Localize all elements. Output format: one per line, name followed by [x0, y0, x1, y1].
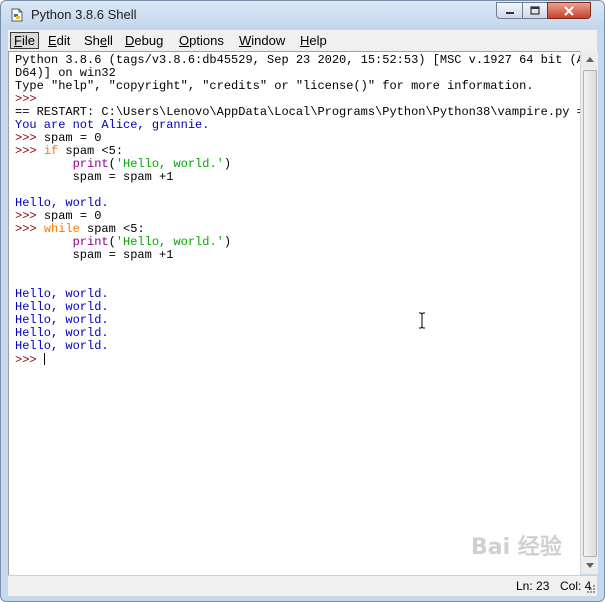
input-code: spam = 0: [43, 131, 102, 145]
title-bar[interactable]: Python 3.8.6 Shell: [1, 1, 604, 29]
builtin-print: print: [72, 157, 109, 171]
close-button[interactable]: [547, 2, 591, 19]
menu-file-accel: F: [14, 33, 22, 48]
idle-shell-window: Python 3.8.6 Shell File Edit Shell Debug…: [0, 0, 605, 602]
arrow-up-icon: [585, 57, 594, 62]
builtin-print: print: [72, 235, 109, 249]
menu-options-rest: ptions: [189, 33, 224, 48]
menu-bar: File Edit Shell Debug Options Window Hel…: [8, 30, 597, 51]
menu-options-accel: O: [179, 33, 190, 48]
prompt: >>>: [15, 131, 44, 145]
prompt: >>>: [15, 209, 44, 223]
input-code: spam = spam +1: [72, 170, 174, 184]
shell-text-area[interactable]: Python 3.8.6 (tags/v3.8.6:db45529, Sep 2…: [8, 51, 591, 575]
paren: (: [108, 235, 116, 249]
scrollbar-thumb[interactable]: [583, 70, 597, 557]
menu-debug[interactable]: Debug: [122, 32, 166, 49]
prompt: >>>: [15, 222, 44, 236]
watermark: Bai 经验: [471, 535, 562, 560]
menu-options[interactable]: Options: [176, 32, 227, 49]
menu-window-accel: W: [239, 33, 252, 48]
prompt: >>>: [15, 144, 44, 158]
input-code: spam = spam +1: [72, 248, 174, 262]
minimize-button[interactable]: [496, 2, 522, 19]
maximize-icon: [530, 6, 540, 15]
input-code: spam <5:: [58, 144, 124, 158]
menu-help[interactable]: Help: [297, 32, 330, 49]
ibeam-cursor-icon: [419, 312, 425, 329]
paren: ): [223, 235, 232, 249]
input-code: spam <5:: [79, 222, 145, 236]
close-icon: [564, 5, 574, 16]
string-literal: 'Hello, world.': [115, 157, 224, 171]
menu-edit-accel: E: [48, 33, 57, 48]
keyword-while: while: [43, 222, 80, 236]
paren: ): [223, 157, 232, 171]
scroll-up-button[interactable]: [581, 51, 598, 68]
menu-file-rest: ile: [21, 33, 35, 48]
resize-grip-icon[interactable]: [586, 584, 596, 594]
menu-help-rest: elp: [309, 33, 327, 48]
menu-help-accel: H: [300, 33, 310, 48]
menu-shell-rest: ll: [107, 33, 113, 48]
minimize-icon: [505, 11, 514, 14]
menu-shell[interactable]: Shell: [81, 32, 116, 49]
menu-debug-rest: ebug: [134, 33, 164, 48]
menu-window-rest: indow: [251, 33, 286, 48]
text-cursor: [43, 353, 45, 365]
window-title: Python 3.8.6 Shell: [31, 7, 137, 22]
menu-edit[interactable]: Edit: [45, 32, 73, 49]
paren: (: [108, 157, 116, 171]
maximize-button[interactable]: [522, 2, 547, 19]
prompt: >>>: [15, 353, 44, 367]
python-idle-icon: [11, 8, 23, 22]
keyword-if: if: [43, 144, 59, 158]
menu-shell-pre: Sh: [84, 33, 100, 48]
output-hello: Hello, world.: [15, 339, 109, 353]
menu-file[interactable]: File: [10, 32, 39, 49]
shell-output: Python 3.8.6 (tags/v3.8.6:db45529, Sep 2…: [15, 54, 591, 367]
banner-line-3: Type "help", "copyright", "credits" or "…: [15, 79, 534, 93]
window-controls: [496, 2, 591, 20]
menu-window[interactable]: Window: [236, 32, 288, 49]
status-bar: Ln: 23 Col: 4: [8, 575, 597, 596]
scroll-down-button[interactable]: [581, 557, 598, 574]
input-code: spam = 0: [43, 209, 102, 223]
string-literal: 'Hello, world.': [115, 235, 224, 249]
menu-debug-accel: D: [125, 33, 135, 48]
menu-edit-rest: dit: [56, 33, 71, 48]
status-line: Ln: 23: [516, 579, 550, 593]
arrow-down-icon: [585, 563, 594, 568]
vertical-scrollbar[interactable]: [580, 51, 598, 574]
